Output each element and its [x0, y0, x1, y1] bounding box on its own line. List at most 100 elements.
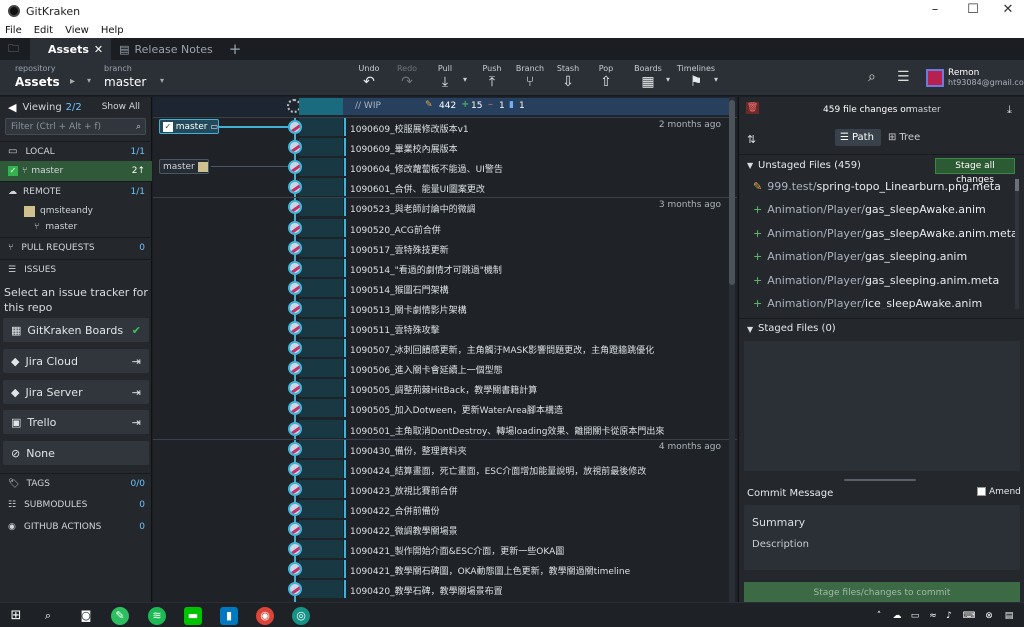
- commit-avatar[interactable]: [288, 280, 302, 295]
- commit-avatar[interactable]: [288, 481, 302, 496]
- boards-button[interactable]: Boards ▦: [628, 64, 668, 90]
- commit-avatar[interactable]: [288, 341, 302, 356]
- branch-selector[interactable]: branch master: [104, 64, 146, 89]
- repository-selector[interactable]: repository Assets: [15, 64, 60, 89]
- table-row[interactable]: 1090513_關卡劇情影片架構: [153, 298, 737, 318]
- gitkraken-icon[interactable]: ◎: [292, 607, 310, 625]
- close-tab-icon[interactable]: ✕: [94, 43, 103, 56]
- timelines-chevron-icon[interactable]: ▾: [714, 75, 718, 84]
- table-row[interactable]: 1090420_教學石碑，教學關場景布置: [153, 579, 737, 599]
- table-row[interactable]: 1090505_加入Dotween，更新WaterArea腳本構造: [153, 398, 737, 418]
- download-icon[interactable]: ⤓: [1007, 103, 1012, 117]
- commit-avatar[interactable]: [288, 441, 302, 456]
- table-row[interactable]: 1090421_製作開始介面&ESC介面，更新一些OKA圖: [153, 539, 737, 559]
- table-row[interactable]: 1090421_教學關石碑圖，OKA動態圖上色更新，教學關過關timeline: [153, 559, 737, 579]
- table-row[interactable]: 1090422_合併前備份: [153, 499, 737, 519]
- view-path-button[interactable]: ☰ Path: [835, 129, 881, 146]
- remote-section[interactable]: ☁ REMOTE 1/1: [0, 181, 152, 201]
- table-row[interactable]: 1090609_畢業校內展版本: [153, 137, 737, 157]
- keyboard-icon[interactable]: ⌨: [960, 607, 978, 625]
- close-circle-icon[interactable]: ⊗: [980, 607, 998, 625]
- menu-edit[interactable]: Edit: [34, 25, 53, 36]
- commit-button[interactable]: Stage files/changes to commit: [744, 582, 1020, 602]
- wip-row[interactable]: // WIP ✎ 442 + 15 – 1 ▮ 1: [153, 97, 737, 116]
- commit-avatar[interactable]: [288, 300, 302, 315]
- arrow-left-icon[interactable]: ◀: [8, 101, 16, 114]
- issues-section[interactable]: ☰ ISSUES: [0, 259, 152, 279]
- chrome-icon[interactable]: ◉: [256, 607, 274, 625]
- tab-release-notes[interactable]: ▤ Release Notes: [111, 38, 221, 60]
- chevron-up-icon[interactable]: ˄: [870, 607, 888, 625]
- timelines-button[interactable]: Timelines ⚑: [676, 64, 716, 90]
- remote-branch-item[interactable]: ⑂ master: [0, 217, 152, 237]
- sidebar-item-master[interactable]: ✓ ⑂ master 2↑: [0, 161, 152, 181]
- table-row[interactable]: 1090424_結算畫面，死亡畫面，ESC介面增加能量說明，放視前最後修改: [153, 459, 737, 479]
- table-row[interactable]: 1090511_雲特殊攻擊: [153, 318, 737, 338]
- table-row[interactable]: 1090507_冰刺回饋感更新，主角觸汙MASK影響問題更改，主角蹬牆跳優化: [153, 338, 737, 358]
- show-all-button[interactable]: Show All: [102, 102, 140, 112]
- amend-checkbox[interactable]: [977, 487, 986, 496]
- trash-icon[interactable]: 🗑: [746, 102, 759, 114]
- commit-avatar[interactable]: [288, 140, 302, 155]
- table-row[interactable]: 1090506_進入關卡會延續上一個型態: [153, 358, 737, 378]
- stage-all-button[interactable]: Stage all changes: [935, 158, 1015, 185]
- list-item[interactable]: + Animation/Player/gas_sleeping.anim.meta: [753, 274, 999, 287]
- table-row[interactable]: 1090517_雲特殊技更新: [153, 238, 737, 258]
- folder-icon[interactable]: 🗀: [0, 38, 30, 60]
- evernote-icon[interactable]: ✎: [111, 607, 129, 625]
- search-icon[interactable]: ⌕: [39, 607, 57, 625]
- commit-avatar[interactable]: [288, 220, 302, 235]
- scrollbar[interactable]: [729, 97, 735, 602]
- tab-assets[interactable]: Assets ✕: [30, 38, 112, 60]
- menu-help[interactable]: Help: [101, 25, 124, 36]
- camera-icon[interactable]: ◙: [77, 607, 95, 625]
- spotify-icon[interactable]: ≋: [148, 607, 166, 625]
- list-item[interactable]: + Animation/Player/ice_sleepAwake.anim: [753, 297, 982, 309]
- table-row[interactable]: 1090609_校服展修改版本v1 2 months ago: [153, 117, 737, 137]
- filter-input[interactable]: Filter (Ctrl + Alt + f) ⌕: [5, 118, 146, 135]
- table-row[interactable]: 1090430_備份，整理資料夾 4 months ago: [153, 438, 737, 459]
- submodules-section[interactable]: ☷ SUBMODULES 0: [0, 495, 152, 515]
- menu-icon[interactable]: ☰: [897, 69, 910, 85]
- branch-button[interactable]: Branch ⑂: [510, 64, 550, 90]
- list-item[interactable]: + Animation/Player/gas_sleeping.anim: [753, 250, 967, 263]
- line-icon[interactable]: ▬: [184, 607, 202, 625]
- scroll-thumb[interactable]: [1015, 179, 1019, 191]
- pull-requests-section[interactable]: ⑂ PULL REQUESTS 0: [0, 237, 152, 257]
- pull-options-chevron-icon[interactable]: ▾: [463, 75, 467, 84]
- scroll-thumb[interactable]: [729, 100, 735, 285]
- table-row[interactable]: 1090514_猴圖石門架構: [153, 278, 737, 298]
- local-section[interactable]: ▭ LOCAL 1/1: [0, 141, 152, 161]
- list-item[interactable]: ✎ 999.test/spring-topo_Linearburn.png.met…: [753, 180, 1001, 193]
- trello-icon[interactable]: ▮: [220, 607, 238, 625]
- summary-input[interactable]: Summary: [752, 516, 805, 529]
- table-row[interactable]: 1090423_放視比賽前合併: [153, 479, 737, 499]
- table-row[interactable]: 1090514_"看過的劇情才可跳過"機制: [153, 258, 737, 278]
- staged-header[interactable]: ▼ Staged Files (0): [739, 318, 1024, 338]
- stash-button[interactable]: Stash ⇩: [548, 64, 588, 90]
- commit-message-box[interactable]: Summary Description: [744, 505, 1020, 570]
- tracker-jira-cloud[interactable]: ◆ Jira Cloud ⇥: [3, 349, 149, 373]
- avatar[interactable]: [926, 69, 944, 87]
- file-list-scrollbar[interactable]: [1015, 179, 1019, 309]
- table-row[interactable]: 1090505_調整荊棘HitBack，教學關書籍計算: [153, 378, 737, 398]
- commit-avatar[interactable]: [288, 542, 302, 557]
- commit-avatar[interactable]: [288, 321, 302, 335]
- resize-handle[interactable]: [844, 479, 916, 481]
- table-row[interactable]: 1090520_ACG前合併: [153, 218, 737, 238]
- maximize-icon[interactable]: ☐: [958, 2, 988, 17]
- commit-avatar[interactable]: [288, 240, 302, 255]
- tracker-none[interactable]: ⊘ None: [3, 441, 149, 465]
- tracker-jira-server[interactable]: ◆ Jira Server ⇥: [3, 380, 149, 404]
- new-tab-button[interactable]: +: [221, 38, 250, 60]
- cloud-icon[interactable]: ☁: [888, 607, 906, 625]
- commit-avatar[interactable]: [288, 501, 302, 516]
- menu-file[interactable]: File: [5, 25, 22, 36]
- volume-icon[interactable]: ♪: [940, 607, 958, 625]
- description-input[interactable]: Description: [752, 539, 809, 550]
- boards-chevron-icon[interactable]: ▾: [666, 75, 670, 84]
- table-row[interactable]: 1090604_修改蘿蔔板不能過、UI警告: [153, 157, 737, 177]
- commit-avatar[interactable]: [288, 120, 302, 134]
- commit-avatar[interactable]: [288, 522, 302, 536]
- user-info[interactable]: Remon ht93084@gmail.com: [948, 68, 1024, 87]
